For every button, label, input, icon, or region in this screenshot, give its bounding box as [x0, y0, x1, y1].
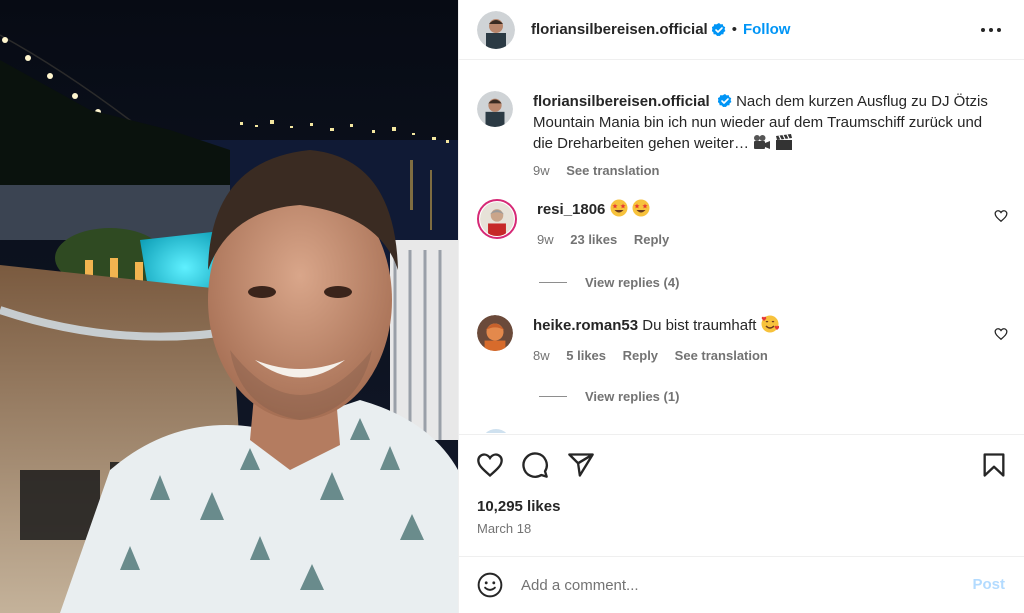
comment-username[interactable]: resi_1806	[537, 201, 605, 218]
reply-button[interactable]: Reply	[623, 348, 658, 363]
caption-see-translation-link[interactable]: See translation	[566, 163, 659, 178]
post-comment-button[interactable]: Post	[972, 576, 1005, 593]
reply-button[interactable]: Reply	[634, 232, 669, 247]
likes-count[interactable]: 10,295 likes	[477, 498, 560, 515]
comment-icon[interactable]	[521, 451, 549, 479]
commenter-avatar-heike[interactable]	[477, 315, 513, 351]
post-date: March 18	[477, 521, 532, 536]
emoji-icon[interactable]	[477, 572, 503, 598]
star-struck-emoji-icon	[632, 199, 650, 217]
comment-username[interactable]: heike.roman53	[533, 317, 638, 334]
selfie-on-cruise-ship-image	[0, 0, 458, 613]
comment-item: resi_1806 9w 23 likes Reply	[477, 199, 1024, 250]
comments-list[interactable]: floriansilbereisen.official Nach dem kur…	[459, 61, 1024, 433]
comment-like-heart-icon[interactable]	[994, 327, 1008, 341]
replies-divider-line	[539, 396, 567, 397]
comment-meta: 8w 5 likes Reply See translation	[533, 345, 1003, 366]
save-icon[interactable]	[980, 451, 1008, 479]
comment-see-translation-link[interactable]: See translation	[675, 348, 768, 363]
heart-icon[interactable]	[476, 451, 504, 479]
next-comment-avatar-partial	[481, 429, 511, 433]
smiling-face-with-hearts-emoji-icon	[761, 315, 779, 333]
film-camera-emoji-icon	[754, 135, 771, 149]
comment-like-heart-icon[interactable]	[994, 209, 1008, 223]
view-replies-button[interactable]: View replies (1)	[539, 389, 679, 404]
follow-button[interactable]: Follow	[743, 21, 791, 38]
author-username[interactable]: floriansilbereisen.official	[531, 21, 708, 38]
comment-text: Du bist traumhaft	[642, 317, 757, 334]
comment-input[interactable]	[521, 576, 951, 594]
separator-dot: •	[731, 21, 737, 38]
comment-meta: 9w 23 likes Reply	[537, 229, 1007, 250]
post-header: floriansilbereisen.official • Follow	[459, 0, 1024, 60]
star-struck-emoji-icon	[610, 199, 628, 217]
add-comment-bar: Post	[459, 556, 1024, 613]
view-replies-label: View replies (1)	[585, 389, 680, 404]
more-options-icon[interactable]	[979, 18, 1003, 42]
view-replies-button[interactable]: View replies (4)	[539, 275, 679, 290]
comment-age: 9w	[537, 232, 554, 247]
caption-age: 9w	[533, 163, 550, 178]
caption-username[interactable]: floriansilbereisen.official	[533, 93, 710, 110]
share-icon[interactable]	[567, 451, 595, 479]
post-photo[interactable]	[0, 0, 458, 613]
caption-author-avatar[interactable]	[477, 91, 513, 127]
comment-likes[interactable]: 5 likes	[566, 348, 606, 363]
verified-badge-icon	[711, 22, 726, 36]
commenter-avatar-resi[interactable]	[477, 199, 517, 239]
post-actions-bar	[459, 434, 1024, 494]
view-replies-label: View replies (4)	[585, 275, 680, 290]
comment-age: 8w	[533, 348, 550, 363]
verified-badge-icon	[717, 94, 732, 107]
caption-meta: 9w See translation	[533, 160, 1003, 181]
clapper-board-emoji-icon	[776, 134, 793, 150]
comment-item: heike.roman53 Du bist traumhaft 8w 5 lik…	[477, 315, 1024, 366]
comment-likes[interactable]: 23 likes	[570, 232, 617, 247]
post-caption: floriansilbereisen.official Nach dem kur…	[477, 91, 1017, 181]
post-details-panel: floriansilbereisen.official • Follow flo…	[458, 0, 1024, 613]
author-avatar[interactable]	[477, 10, 515, 49]
replies-divider-line	[539, 282, 567, 283]
